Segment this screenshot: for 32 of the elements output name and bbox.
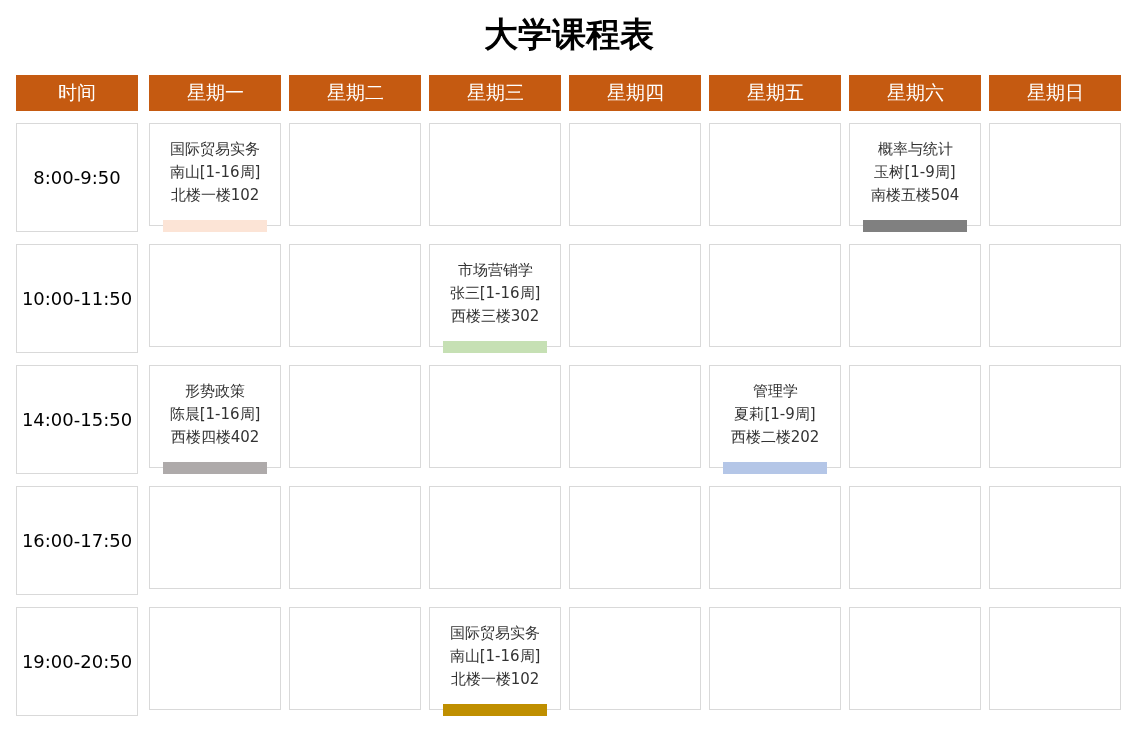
course-name: 市场营销学 (457, 260, 533, 281)
time-cell: 19:00-20:50 (16, 607, 138, 716)
column-header: 星期日 (989, 75, 1121, 111)
time-cell: 14:00-15:50 (16, 365, 138, 474)
course-room: 北楼一楼102 (450, 669, 540, 690)
column-header: 星期四 (569, 75, 701, 111)
course-room: 北楼一楼102 (170, 185, 260, 206)
course-name: 形势政策 (185, 381, 245, 402)
time-cell: 10:00-11:50 (16, 244, 138, 353)
time-cell: 8:00-9:50 (16, 123, 138, 232)
page-title: 大学课程表 (482, 13, 655, 56)
course-name: 管理学 (752, 381, 798, 402)
course-room: 西楼四楼402 (170, 427, 260, 448)
course-name: 概率与统计 (877, 139, 953, 160)
column-header: 星期一 (149, 75, 281, 111)
course-room: 西楼二楼202 (730, 427, 820, 448)
column-header: 时间 (16, 75, 138, 111)
column-header: 星期五 (709, 75, 841, 111)
course-name: 国际贸易实务 (170, 139, 260, 160)
course-teacher: 玉树[1-9周] (874, 162, 956, 183)
course-teacher: 张三[1-16周] (449, 283, 541, 304)
column-header: 星期三 (429, 75, 561, 111)
course-room: 西楼三楼302 (450, 306, 540, 327)
column-header: 星期二 (289, 75, 421, 111)
course-room: 南楼五楼504 (870, 185, 960, 206)
course-teacher: 陈晨[1-16周] (169, 404, 261, 425)
course-teacher: 南山[1-16周] (169, 162, 261, 183)
course-name: 国际贸易实务 (450, 623, 540, 644)
course-teacher: 夏莉[1-9周] (734, 404, 816, 425)
time-cell: 16:00-17:50 (16, 486, 138, 595)
column-header: 星期六 (849, 75, 981, 111)
course-teacher: 南山[1-16周] (449, 646, 541, 667)
